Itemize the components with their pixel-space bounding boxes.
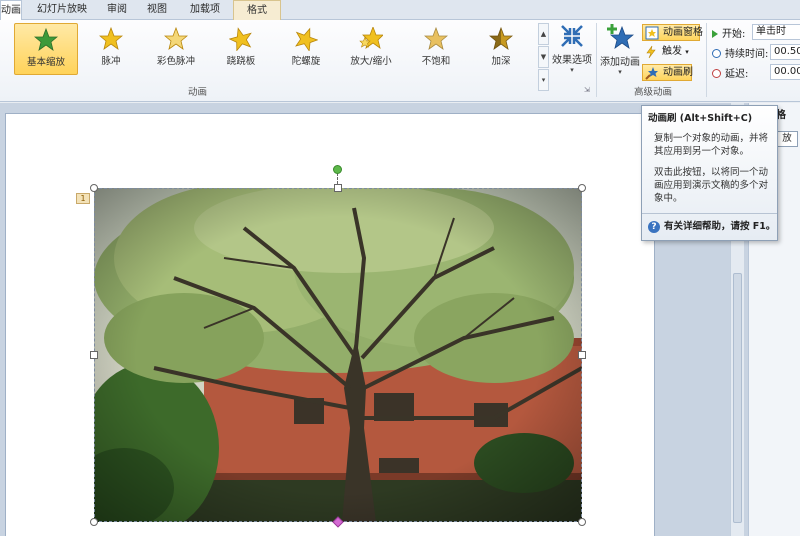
trigger-button[interactable]: 触发 ▾ — [642, 44, 700, 61]
duration-label: 持续时间: — [725, 49, 769, 60]
start-select[interactable]: 单击时 — [752, 24, 800, 40]
animation-label: 彩色脉冲 — [156, 56, 195, 67]
group-divider — [596, 23, 597, 97]
ribbon-tabs: 动画 幻灯片放映 审阅 视图 加载项 格式 — [0, 0, 800, 21]
tab-view[interactable]: 视图 — [140, 0, 174, 20]
group-label-advanced: 高级动画 — [634, 87, 673, 98]
animation-gallery: 基本缩放 脉冲 彩色脉冲 跷跷板 陀螺旋 放大/缩小 不饱和 加深 — [10, 23, 538, 95]
animation-painter-tooltip: 动画刷 (Alt+Shift+C) 复制一个对象的动画，并将其应用到另一个对象。… — [641, 105, 778, 241]
tooltip-description-2: 双击此按钮，以将同一个动画应用到演示文稿的多个对象中。 — [654, 167, 769, 204]
star-icon — [164, 27, 188, 50]
animation-pane-label: 动画窗格 — [663, 27, 703, 38]
star-icon — [489, 27, 513, 50]
resize-handle-bottom-right[interactable] — [578, 518, 586, 526]
dialog-launcher-icon[interactable]: ⇲ — [584, 86, 590, 94]
gallery-scroll-up-button[interactable]: ▲ — [538, 23, 549, 45]
tooltip-help: ? 有关详细帮助，请按 F1。 — [648, 218, 775, 233]
group-divider — [706, 23, 707, 97]
effect-options-label: 效果选项 — [552, 55, 592, 66]
animation-spin[interactable]: 陀螺旋 — [274, 23, 338, 75]
selection-frame — [94, 188, 582, 522]
tab-animations[interactable]: 动画 — [0, 0, 22, 21]
rotation-handle[interactable] — [333, 165, 342, 174]
trigger-label: 触发 — [662, 46, 682, 57]
tab-slideshow[interactable]: 幻灯片放映 — [30, 0, 94, 20]
pane-play-button[interactable]: 放 — [776, 131, 798, 147]
resize-handle-top-right[interactable] — [578, 184, 586, 192]
add-animation-button[interactable]: 添加动画 ▾ — [600, 23, 640, 76]
animation-painter-label: 动画刷 — [663, 67, 693, 78]
add-animation-label: 添加动画 — [600, 57, 640, 68]
add-star-icon — [607, 24, 634, 49]
scrollbar-thumb[interactable] — [733, 273, 742, 523]
animation-desaturate[interactable]: 不饱和 — [404, 23, 468, 75]
tooltip-description: 复制一个对象的动画，并将其应用到另一个对象。 — [654, 133, 769, 157]
resize-handle-bottom-left[interactable] — [90, 518, 98, 526]
start-label: 开始: — [722, 29, 746, 40]
play-icon — [712, 30, 718, 38]
dropdown-arrow-icon: ▾ — [570, 66, 574, 74]
animation-pane-button[interactable]: 动画窗格 — [642, 24, 703, 41]
star-icon — [295, 27, 318, 51]
duration-row: 持续时间: 00.50 — [712, 44, 800, 61]
group-label-animation: 动画 — [188, 87, 208, 98]
animation-label: 不饱和 — [421, 56, 451, 67]
tooltip-divider — [642, 213, 777, 214]
duration-field[interactable]: 00.50 — [770, 44, 800, 60]
animation-pane-icon — [645, 26, 659, 40]
effect-options-button[interactable]: 效果选项 ▾ — [552, 23, 592, 74]
delay-label: 延迟: — [725, 69, 749, 80]
resize-handle-top[interactable] — [334, 184, 342, 192]
help-icon: ? — [648, 221, 660, 233]
animation-label: 放大/缩小 — [350, 56, 392, 67]
animation-teeter[interactable]: 跷跷板 — [209, 23, 273, 75]
resize-handle-right[interactable] — [578, 351, 586, 359]
animation-label: 跷跷板 — [226, 56, 256, 67]
star-icon — [229, 27, 252, 51]
arrows-icon — [561, 25, 583, 47]
animation-label: 陀螺旋 — [291, 56, 321, 67]
timer-icon — [712, 69, 721, 78]
animation-color-pulse[interactable]: 彩色脉冲 — [144, 23, 208, 75]
animation-label: 脉冲 — [101, 56, 121, 67]
tab-review[interactable]: 审阅 — [100, 0, 134, 20]
animation-painter-button[interactable]: 动画刷 — [642, 64, 693, 81]
gallery-scroll: ▲ ▼ ▾ — [538, 23, 549, 93]
tab-format[interactable]: 格式 — [233, 0, 281, 20]
animation-pulse[interactable]: 脉冲 — [79, 23, 143, 75]
animation-order-badge[interactable]: 1 — [76, 193, 90, 204]
ribbon: 基本缩放 脉冲 彩色脉冲 跷跷板 陀螺旋 放大/缩小 不饱和 加深 ▲ ▼ ▾ … — [0, 20, 800, 102]
animation-basic-zoom[interactable]: 基本缩放 — [14, 23, 78, 75]
tab-addins[interactable]: 加载项 — [182, 0, 228, 20]
resize-handle-left[interactable] — [90, 351, 98, 359]
star-icon — [34, 28, 58, 51]
animation-label: 加深 — [491, 56, 511, 67]
start-row: 开始: 单击时 — [712, 24, 800, 41]
clock-icon — [712, 49, 721, 58]
lightning-icon — [646, 45, 656, 59]
delay-row: 延迟: 00.00 — [712, 64, 800, 81]
animation-grow-shrink[interactable]: 放大/缩小 — [339, 23, 403, 75]
animation-label: 基本缩放 — [26, 57, 65, 68]
resize-handle-top-left[interactable] — [90, 184, 98, 192]
tooltip-help-text: 有关详细帮助，请按 F1。 — [664, 221, 776, 232]
dropdown-arrow-icon: ▾ — [618, 68, 622, 76]
tooltip-title: 动画刷 (Alt+Shift+C) — [648, 113, 753, 124]
gallery-more-button[interactable]: ▾ — [538, 69, 549, 91]
star-icon — [359, 27, 383, 49]
star-icon — [99, 27, 123, 50]
brush-star-icon — [645, 67, 658, 80]
animation-darken[interactable]: 加深 — [469, 23, 533, 75]
star-icon — [424, 27, 448, 50]
gallery-scroll-down-button[interactable]: ▼ — [538, 46, 549, 68]
delay-field[interactable]: 00.00 — [770, 64, 800, 80]
